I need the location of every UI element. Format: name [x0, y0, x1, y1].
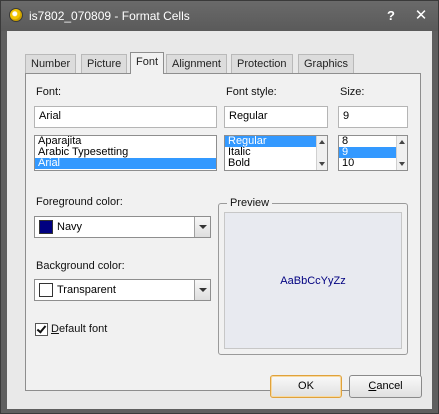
preview-area: AaBbCcYyZz [224, 212, 402, 349]
font-list[interactable]: Aparajita Arabic Typesetting Arial [34, 135, 217, 171]
default-font-hotkey: D [51, 323, 59, 335]
scroll-up-icon[interactable] [399, 140, 405, 144]
tab-font[interactable]: Font [130, 52, 165, 74]
chevron-down-icon [199, 288, 207, 292]
scroll-down-icon[interactable] [399, 162, 405, 166]
preview-group: Preview AaBbCcYyZz [218, 197, 408, 355]
background-color-value: Transparent [57, 284, 116, 296]
dialog-body: Number Picture Font Alignment Protection… [7, 31, 432, 409]
tab-alignment[interactable]: Alignment [166, 54, 227, 73]
font-tab-panel: Font: Arial Aparajita Arabic Typesetting… [25, 73, 421, 391]
size-scrollbar[interactable] [396, 136, 407, 170]
help-icon[interactable]: ? [382, 7, 400, 25]
checkmark-icon [36, 323, 47, 334]
font-style-input[interactable]: Regular [224, 106, 328, 128]
background-color-combo[interactable]: Transparent [34, 279, 211, 301]
foreground-swatch [39, 220, 53, 234]
list-item[interactable]: Arabic Typesetting [35, 147, 216, 158]
default-font-label[interactable]: Default font [51, 323, 107, 335]
foreground-color-value: Navy [57, 221, 83, 233]
list-item[interactable]: Bold [225, 158, 327, 169]
font-input[interactable]: Arial [34, 106, 217, 128]
font-style-scrollbar[interactable] [316, 136, 327, 170]
app-icon [9, 8, 23, 22]
font-style-list[interactable]: Regular Italic Bold [224, 135, 328, 171]
preview-title: Preview [227, 197, 273, 209]
size-input[interactable]: 9 [338, 106, 408, 128]
foreground-color-label: Foreground color: [36, 196, 123, 208]
background-swatch [39, 283, 53, 297]
background-color-label: Background color: [36, 260, 125, 272]
default-font-checkbox[interactable] [35, 323, 48, 336]
tab-protection[interactable]: Protection [231, 54, 293, 73]
preview-sample-text: AaBbCcYyZz [280, 275, 346, 287]
tab-number[interactable]: Number [25, 54, 77, 73]
cancel-button[interactable]: Cancel [349, 375, 422, 398]
default-font-label-text: efault font [58, 323, 108, 335]
size-label: Size: [340, 86, 365, 98]
scroll-up-icon[interactable] [319, 140, 325, 144]
foreground-dropdown-button[interactable] [194, 217, 210, 237]
foreground-color-combo[interactable]: Navy [34, 216, 211, 238]
font-style-label: Font style: [226, 86, 277, 98]
title-bar[interactable]: is7802_070809 - Format Cells ? ✕ [1, 1, 438, 31]
chevron-down-icon [199, 225, 207, 229]
size-list[interactable]: 8 9 10 [338, 135, 408, 171]
tab-graphics[interactable]: Graphics [298, 54, 355, 73]
scroll-down-icon[interactable] [319, 162, 325, 166]
window-title: is7802_070809 - Format Cells [29, 9, 190, 23]
close-icon[interactable]: ✕ [412, 7, 430, 25]
font-label: Font: [36, 86, 62, 98]
cancel-label-text: ancel [376, 380, 403, 392]
format-cells-dialog: is7802_070809 - Format Cells ? ✕ Number … [0, 0, 439, 414]
tab-picture[interactable]: Picture [81, 54, 128, 73]
ok-button[interactable]: OK [270, 375, 342, 398]
background-dropdown-button[interactable] [194, 280, 210, 300]
list-item[interactable]: Arial [35, 158, 216, 169]
